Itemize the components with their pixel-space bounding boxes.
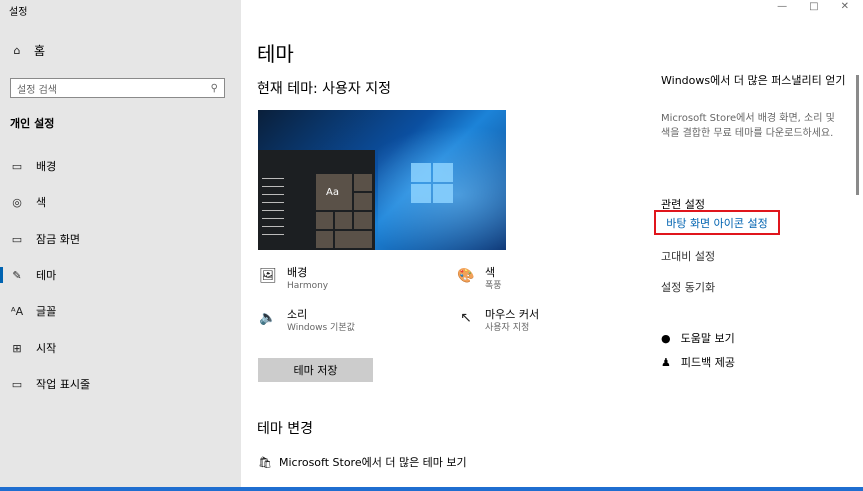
save-theme-button[interactable]: 테마 저장 [258, 358, 373, 382]
sidebar-item-fonts[interactable]: ᴬA 글꼴 [10, 302, 56, 320]
section-heading: 개인 설정 [10, 117, 55, 130]
cursor-icon: ↖ [460, 310, 472, 326]
store-promo-desc: Microsoft Store에서 배경 화면, 소리 및 색을 결합한 무료 … [661, 113, 835, 139]
sidebar-item-label: 글꼴 [36, 305, 57, 318]
sidebar-item-theme[interactable]: ✎ 테마 [0, 266, 57, 284]
app-title: 설정 [9, 7, 28, 18]
search-placeholder: 설정 검색 [17, 84, 57, 96]
close-button[interactable]: ✕ [841, 1, 849, 12]
palette-icon: ◎ [12, 195, 22, 209]
feedback-label: 피드백 제공 [680, 356, 735, 369]
maximize-button[interactable]: □ [809, 1, 818, 12]
color-setting[interactable]: 🎨 색 폭풍 [456, 266, 502, 293]
speaker-icon: 🔈 [259, 310, 277, 326]
desktop-icon-settings-label: 바탕 화면 아이콘 설정 [666, 216, 768, 230]
desktop-icon-settings-link[interactable]: 바탕 화면 아이콘 설정 [654, 210, 780, 235]
start-icon: ⊞ [12, 341, 22, 355]
theme-preview: Aa [258, 110, 506, 250]
background-icon: 🖼 [259, 268, 277, 284]
sidebar-item-taskbar[interactable]: ▭ 작업 표시줄 [10, 375, 90, 393]
preview-tile-label: Aa [326, 187, 339, 198]
sound-setting-label: 소리 [287, 308, 308, 321]
sound-setting-value: Windows 기본값 [287, 323, 355, 333]
feedback-link[interactable]: ♟ 피드백 제공 [661, 354, 735, 370]
font-icon: ᴬA [10, 304, 24, 318]
sidebar-item-lock-screen[interactable]: ▭ 잠금 화면 [10, 230, 80, 248]
sidebar-item-start[interactable]: ⊞ 시작 [10, 339, 56, 357]
high-contrast-settings-link[interactable]: 고대비 설정 [661, 248, 715, 264]
search-input[interactable]: 설정 검색 ⚲ [10, 78, 225, 98]
nav-home-label: 홈 [34, 44, 46, 58]
sidebar-item-label: 잠금 화면 [36, 233, 80, 246]
theme-icon: ✎ [12, 268, 22, 282]
sidebar-item-background[interactable]: ▭ 배경 [10, 157, 56, 175]
taskbar-edge [0, 487, 863, 491]
lock-screen-icon: ▭ [11, 232, 23, 246]
preview-window: Aa [258, 150, 375, 250]
background-setting-label: 배경 [287, 266, 308, 279]
background-icon: ▭ [11, 159, 23, 173]
window-controls: — □ ✕ [777, 1, 849, 12]
feedback-icon: ♟ [661, 355, 671, 369]
minimize-button[interactable]: — [777, 1, 787, 12]
background-setting-value: Harmony [287, 281, 329, 291]
color-setting-label: 색 [485, 266, 496, 279]
current-theme-heading: 현재 테마: 사용자 지정 [257, 81, 391, 97]
preview-tiles [316, 174, 374, 250]
get-help-label: 도움말 보기 [680, 332, 735, 345]
color-setting-value: 폭풍 [485, 281, 502, 291]
store-icon: 🛍 [258, 455, 272, 469]
sidebar: 설정 ⌂ 홈 설정 검색 ⚲ 개인 설정 ▭ 배경 ◎ 색 ▭ 잠금 화면 ✎ … [0, 0, 241, 491]
store-link[interactable]: 🛍 Microsoft Store에서 더 많은 테마 보기 [258, 454, 467, 470]
sound-setting[interactable]: 🔈 소리 Windows 기본값 [258, 308, 355, 335]
cursor-setting-value: 사용자 지정 [485, 323, 530, 333]
sidebar-item-label: 시작 [36, 342, 57, 355]
store-promo-title: Windows에서 더 많은 퍼스낼리티 얻기 [661, 74, 846, 87]
help-icon: ● [661, 331, 671, 345]
palette-icon: 🎨 [457, 268, 475, 284]
page-title: 테마 [257, 42, 294, 66]
sidebar-item-color[interactable]: ◎ 색 [10, 193, 46, 211]
cursor-setting[interactable]: ↖ 마우스 커서 사용자 지정 [456, 308, 539, 335]
scrollbar[interactable] [856, 75, 859, 195]
sidebar-item-label: 테마 [36, 269, 57, 282]
store-link-label: Microsoft Store에서 더 많은 테마 보기 [278, 456, 467, 469]
nav-home[interactable]: ⌂ 홈 [10, 42, 46, 59]
sync-settings-link[interactable]: 설정 동기화 [661, 279, 715, 295]
sidebar-item-label: 배경 [36, 160, 57, 173]
home-icon: ⌂ [13, 44, 21, 57]
change-theme-heading: 테마 변경 [257, 421, 313, 437]
search-icon[interactable]: ⚲ [211, 83, 218, 94]
get-help-link[interactable]: ● 도움말 보기 [661, 330, 735, 346]
background-setting[interactable]: 🖼 배경 Harmony [258, 266, 328, 293]
cursor-setting-label: 마우스 커서 [485, 308, 540, 321]
sidebar-item-label: 작업 표시줄 [36, 378, 91, 391]
taskbar-icon: ▭ [11, 377, 23, 391]
windows-logo [411, 163, 454, 203]
sidebar-item-label: 색 [36, 196, 47, 209]
